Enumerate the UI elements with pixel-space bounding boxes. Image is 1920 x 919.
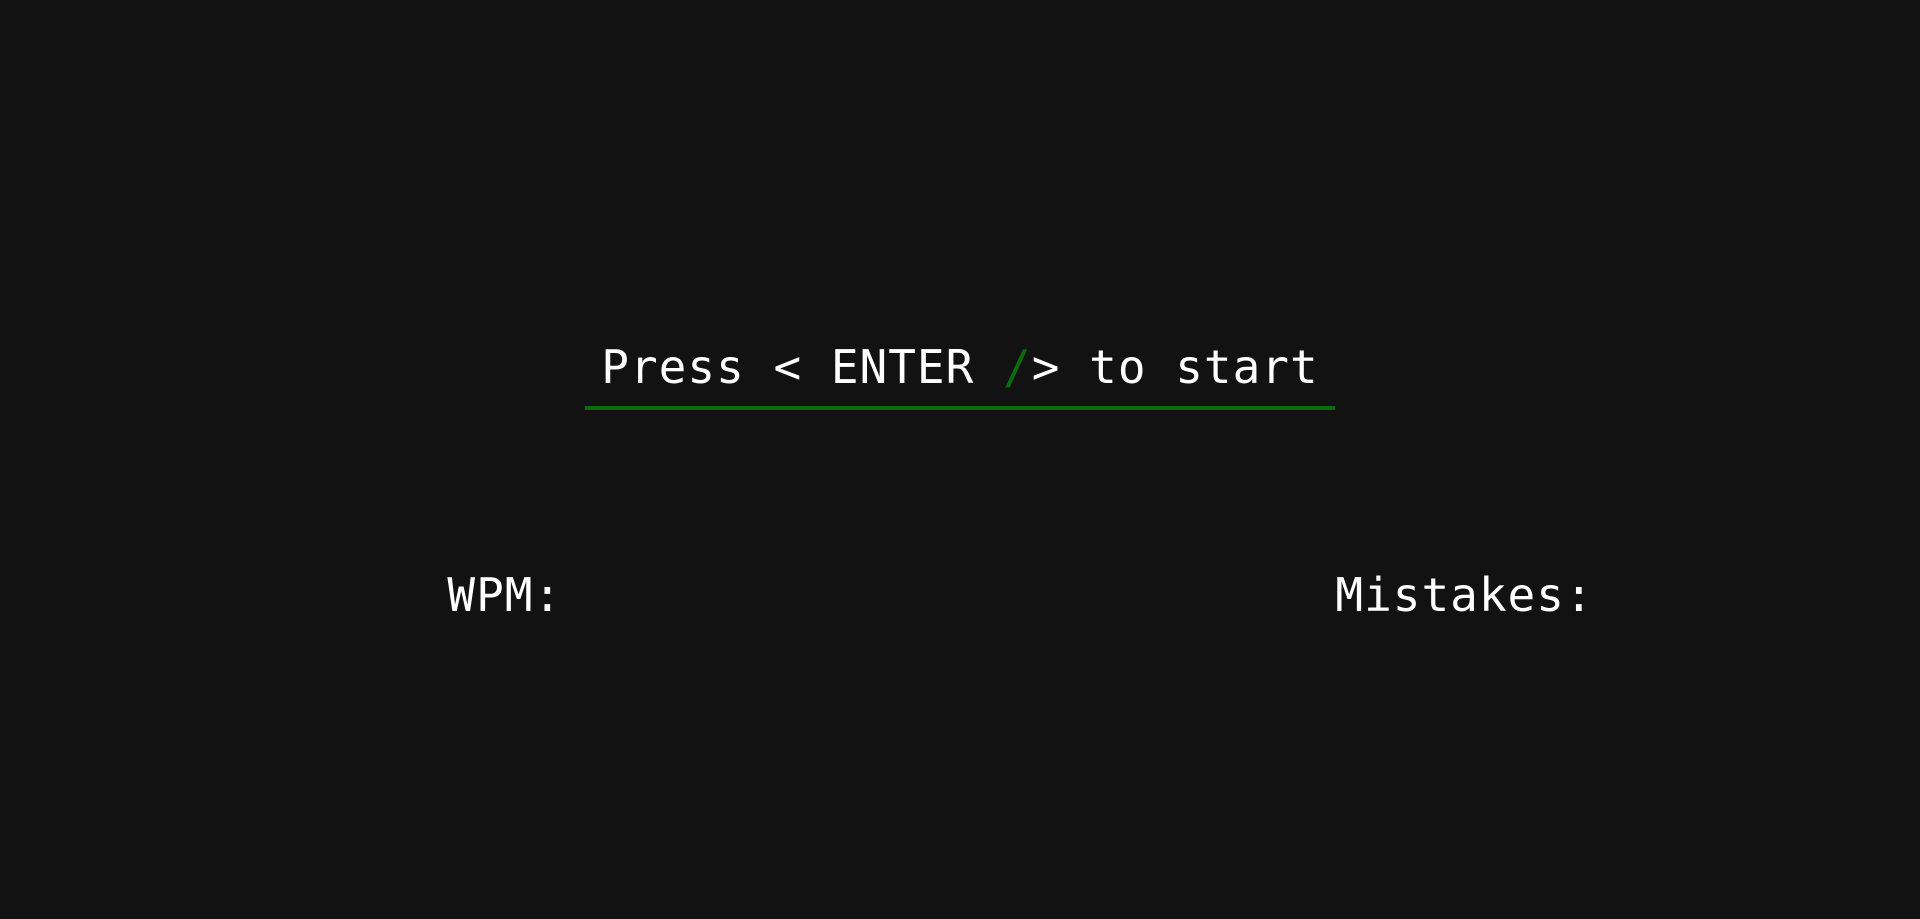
wpm-label: WPM: — [447, 568, 563, 622]
start-prompt-text-after: > to start — [1031, 340, 1319, 394]
start-prompt-text-before: Press < ENTER — [601, 340, 1004, 394]
mistakes-label: Mistakes: — [1335, 568, 1594, 622]
start-prompt[interactable]: Press < ENTER / > to start — [585, 336, 1335, 410]
wpm-stat: WPM: — [390, 514, 562, 622]
start-prompt-slash: / — [1003, 340, 1032, 394]
mistakes-stat: Mistakes: — [1278, 514, 1594, 622]
